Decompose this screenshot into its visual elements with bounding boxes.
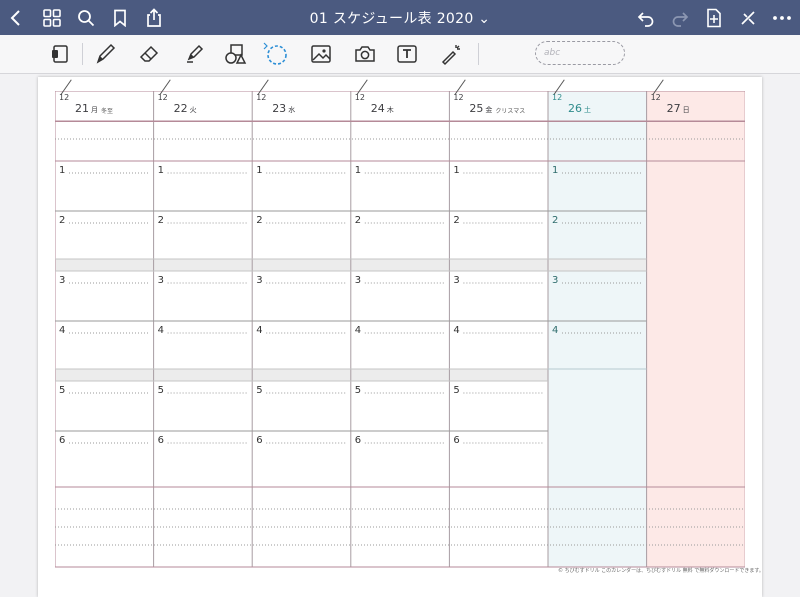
slot-number: 2 — [355, 215, 361, 226]
slot-number: 6 — [158, 435, 164, 446]
slot-number: 3 — [552, 275, 558, 286]
lasso-icon[interactable] — [262, 41, 288, 67]
day-note: 冬至 — [101, 106, 113, 115]
day-number: 25 — [469, 102, 483, 115]
redo-icon[interactable] — [668, 6, 692, 30]
slot-number: 5 — [59, 385, 65, 396]
shapes-icon[interactable] — [222, 41, 248, 67]
eraser-icon[interactable] — [136, 41, 162, 67]
document-tool-icon[interactable] — [47, 41, 73, 67]
day-number: 27 — [667, 102, 681, 115]
slot-number: 1 — [256, 165, 262, 176]
more-icon[interactable] — [770, 6, 794, 30]
slot-number: 1 — [453, 165, 459, 176]
weekday-label: 水 — [288, 105, 295, 115]
slot-number: 4 — [256, 325, 262, 336]
toolbar-divider — [478, 43, 479, 65]
slot-number: 2 — [453, 215, 459, 226]
day-header-21: 1221月冬至 — [55, 91, 154, 122]
slot-number: 1 — [158, 165, 164, 176]
slot-number: 3 — [158, 275, 164, 286]
slot-number: 6 — [256, 435, 262, 446]
highlighter-icon[interactable] — [180, 41, 206, 67]
weekday-label: 日 — [683, 105, 690, 115]
day-note: クリスマス — [495, 106, 525, 115]
day-number: 24 — [371, 102, 385, 115]
slot-number: 4 — [158, 325, 164, 336]
shape-recognition-input[interactable]: abc — [535, 41, 625, 65]
pen-icon[interactable] — [92, 41, 118, 67]
slot-number: 4 — [453, 325, 459, 336]
day-number: 26 — [568, 102, 582, 115]
day-header-24: 1224木 — [351, 91, 450, 122]
slot-number: 1 — [355, 165, 361, 176]
day-number: 22 — [174, 102, 188, 115]
slot-number: 2 — [552, 215, 558, 226]
day-number: 21 — [75, 102, 89, 115]
day-header-23: 1223水 — [252, 91, 351, 122]
slot-number: 4 — [355, 325, 361, 336]
text-tool-icon[interactable] — [394, 41, 420, 67]
slot-number: 4 — [59, 325, 65, 336]
slot-number: 5 — [453, 385, 459, 396]
slot-number: 5 — [355, 385, 361, 396]
page-footer: © ちびむすドリル このカレンダーは、ちびむすドリル 無料 で無料ダウンロードで… — [558, 567, 764, 574]
slot-number: 4 — [552, 325, 558, 336]
weekday-label: 火 — [190, 105, 197, 115]
slot-number: 2 — [256, 215, 262, 226]
day-header-25: 1225金クリスマス — [449, 91, 548, 122]
slot-number: 3 — [256, 275, 262, 286]
day-header-27: 1227日 — [647, 91, 746, 122]
slot-number: 3 — [59, 275, 65, 286]
day-number: 23 — [272, 102, 286, 115]
slot-number: 5 — [256, 385, 262, 396]
slot-number: 1 — [59, 165, 65, 176]
image-icon[interactable] — [308, 41, 334, 67]
weekday-label: 木 — [387, 105, 394, 115]
undo-icon[interactable] — [634, 6, 658, 30]
slot-number: 2 — [59, 215, 65, 226]
slot-number: 6 — [453, 435, 459, 446]
notebook-page[interactable]: 11111122222233333344444455555666661221月冬… — [38, 77, 762, 597]
slot-number: 6 — [355, 435, 361, 446]
slot-number: 3 — [453, 275, 459, 286]
drawing-toolbar: abc — [0, 35, 800, 74]
slot-number: 6 — [59, 435, 65, 446]
day-header-22: 1222火 — [154, 91, 253, 122]
close-icon[interactable] — [736, 6, 760, 30]
laser-pointer-icon[interactable] — [438, 41, 464, 67]
weekday-label: 月 — [91, 105, 98, 115]
camera-icon[interactable] — [352, 41, 378, 67]
slot-number: 3 — [355, 275, 361, 286]
slot-number: 1 — [552, 165, 558, 176]
slot-number: 5 — [158, 385, 164, 396]
day-header-26: 1226土 — [548, 91, 647, 122]
toolbar-divider — [82, 43, 83, 65]
slot-number: 2 — [158, 215, 164, 226]
add-page-icon[interactable] — [702, 6, 726, 30]
top-navigation-bar: 01 スケジュール表 2020 ⌄ — [0, 0, 800, 35]
weekday-label: 土 — [584, 105, 591, 115]
weekday-label: 金 — [485, 105, 492, 115]
